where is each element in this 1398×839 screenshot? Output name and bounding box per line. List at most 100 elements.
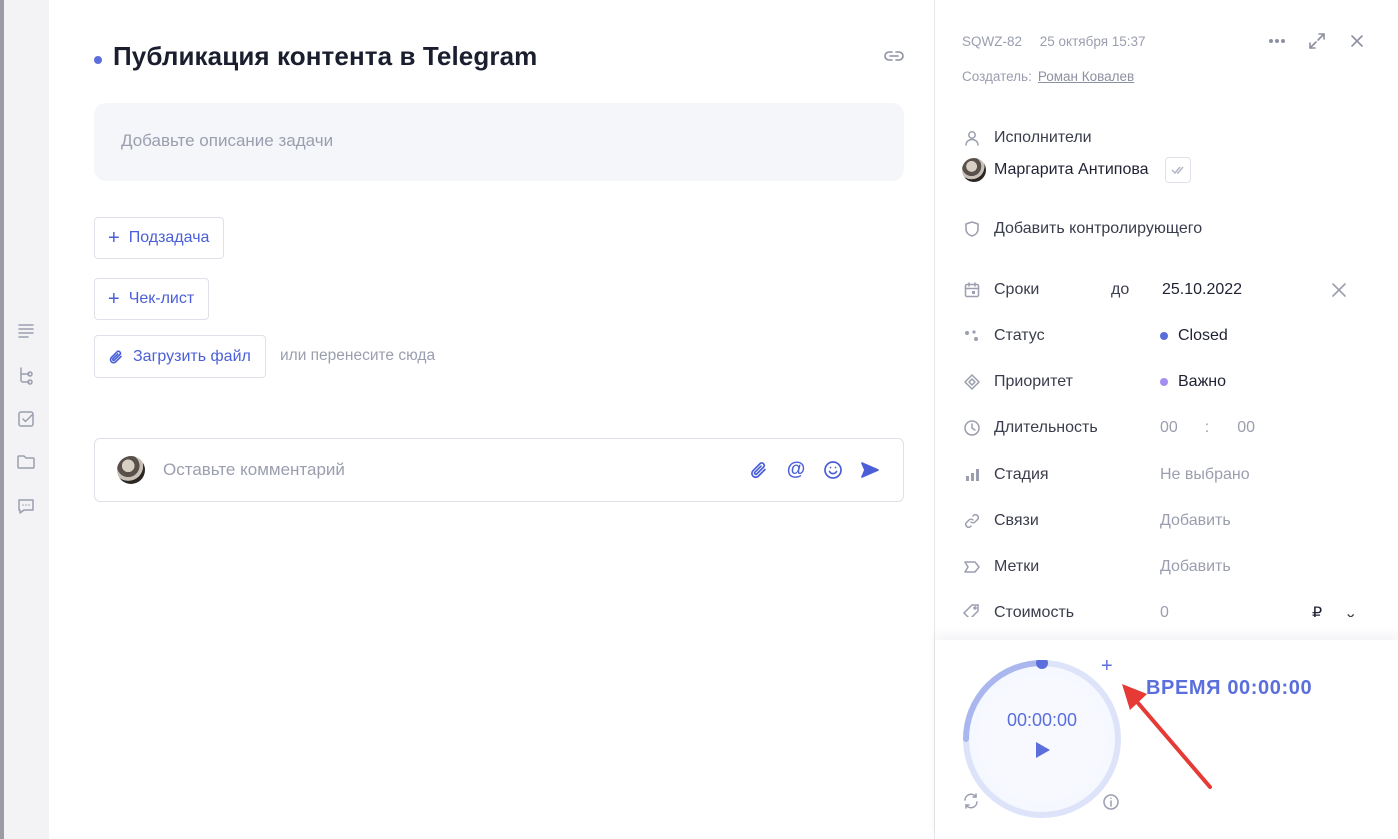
expand-icon[interactable]: [1306, 30, 1328, 52]
sync-icon[interactable]: [962, 792, 982, 812]
attach-icon[interactable]: [748, 459, 770, 481]
priority-text: Важно: [1178, 373, 1227, 390]
add-checklist-button[interactable]: + Чек-лист: [94, 278, 210, 320]
status-field: Статус: [962, 326, 1045, 346]
clear-deadline-icon[interactable]: [1330, 281, 1348, 299]
price-tag-icon: [962, 603, 982, 617]
task-details-panel: SQWZ-82 25 октября 15:37 Создатель: Роман…: [934, 0, 1398, 839]
tag-icon: [962, 557, 982, 577]
send-icon[interactable]: [859, 459, 881, 481]
cost-currency[interactable]: ₽: [1312, 603, 1322, 617]
status-text: Closed: [1178, 327, 1228, 344]
duration-separator: :: [1204, 419, 1210, 436]
task-id: SQWZ-82: [962, 34, 1023, 49]
link-icon[interactable]: [881, 46, 907, 66]
comment-input[interactable]: Оставьте комментарий: [163, 460, 733, 480]
chain-link-icon: [962, 511, 982, 531]
assignees-header: Исполнители: [962, 128, 1092, 148]
duration-field: Длительность: [962, 418, 1098, 438]
deadline-value[interactable]: 25.10.2022: [1162, 281, 1242, 299]
add-checklist-label: Чек-лист: [128, 290, 195, 307]
creator-link[interactable]: Роман Ковалев: [1038, 69, 1134, 84]
priority-label: Приоритет: [994, 373, 1073, 390]
paperclip-icon: [108, 349, 133, 365]
task-meta: SQWZ-82 25 октября 15:37: [962, 34, 1146, 49]
add-time-button[interactable]: +: [1101, 656, 1113, 676]
priority-icon: [962, 372, 982, 392]
clock-icon: [962, 418, 982, 438]
avatar: [962, 158, 986, 182]
shield-icon: [962, 219, 982, 239]
panel-actions: [1266, 30, 1368, 52]
cost-value[interactable]: 0: [1160, 604, 1169, 617]
tags-value[interactable]: Добавить: [1160, 558, 1231, 576]
play-icon[interactable]: [1032, 740, 1052, 760]
emoji-icon[interactable]: [822, 459, 844, 481]
timer-progress-arc: [963, 660, 1048, 742]
links-field: Связи: [962, 511, 1039, 531]
assignee[interactable]: Маргарита Антипова: [962, 157, 1191, 183]
stage-label: Стадия: [994, 466, 1049, 483]
links-label: Связи: [994, 512, 1039, 529]
status-dot: [1160, 332, 1168, 340]
deadline-field: Сроки: [962, 280, 1039, 300]
subtasks-icon[interactable]: [15, 364, 37, 386]
add-controller-label: Добавить контролирующего: [994, 220, 1203, 237]
task-status-dot: [94, 56, 102, 64]
upload-file-label: Загрузить файл: [133, 347, 251, 365]
bar-chart-icon: [962, 465, 982, 485]
annotation-arrow-icon: [1122, 684, 1212, 789]
calendar-icon: [962, 280, 982, 300]
priority-dot: [1160, 378, 1168, 386]
drop-hint: или перенесите сюда: [280, 347, 436, 364]
status-value[interactable]: Closed: [1160, 327, 1228, 345]
more-icon[interactable]: [1266, 30, 1288, 52]
add-controller[interactable]: Добавить контролирующего: [962, 219, 1202, 239]
side-rail: [4, 0, 49, 839]
assignees-label: Исполнители: [994, 129, 1092, 146]
duration-hours-input[interactable]: 00: [1160, 419, 1178, 437]
info-icon[interactable]: [1102, 793, 1122, 813]
add-subtask-button[interactable]: + Подзадача: [94, 217, 225, 259]
comments-icon[interactable]: [15, 495, 37, 517]
description-field[interactable]: Добавьте описание задачи: [94, 103, 904, 181]
links-value[interactable]: Добавить: [1160, 512, 1231, 530]
timer-panel: 00:00:00 + ВРЕМЯ 00:00:00: [935, 640, 1398, 839]
deadline-label: Сроки: [994, 281, 1040, 298]
chevron-down-icon[interactable]: ⌄: [1344, 603, 1357, 617]
task-title[interactable]: Публикация контента в Telegram: [113, 41, 537, 72]
duration-minutes-input[interactable]: 00: [1237, 419, 1255, 437]
priority-value[interactable]: Важно: [1160, 373, 1226, 391]
cost-label: Стоимость: [994, 604, 1075, 617]
status-label: Статус: [994, 327, 1045, 344]
stage-value[interactable]: Не выбрано: [1160, 466, 1250, 484]
add-subtask-label: Подзадача: [128, 229, 210, 246]
upload-file-button[interactable]: Загрузить файл: [94, 335, 266, 378]
duration-value: 00 : 00: [1160, 419, 1255, 437]
status-dots-icon: [962, 326, 982, 346]
creator: Создатель: Роман Ковалев: [962, 69, 1134, 84]
plus-icon: +: [108, 288, 120, 310]
tags-field: Метки: [962, 557, 1039, 577]
creator-label: Создатель:: [962, 69, 1032, 84]
cost-field: Стоимость 0 ₽ ⌄: [935, 595, 1398, 617]
folder-icon[interactable]: [15, 451, 37, 473]
timer-time: 00:00:00: [1006, 710, 1078, 730]
plus-icon: +: [108, 227, 120, 249]
stage-field: Стадия: [962, 465, 1049, 485]
mention-icon[interactable]: @: [785, 459, 807, 481]
avatar: [117, 456, 145, 484]
task-title-row: Публикация контента в Telegram: [94, 38, 909, 74]
user-icon: [962, 128, 982, 148]
priority-field: Приоритет: [962, 372, 1073, 392]
assignee-name: Маргарита Антипова: [994, 161, 1149, 178]
checklist-icon[interactable]: [15, 408, 37, 430]
task-main-panel: Публикация контента в Telegram Добавьте …: [49, 0, 934, 839]
description-icon[interactable]: [15, 320, 37, 342]
task-created-at: 25 октября 15:37: [1039, 34, 1146, 49]
duration-label: Длительность: [994, 419, 1098, 436]
close-icon[interactable]: [1346, 30, 1368, 52]
comment-box: Оставьте комментарий @: [94, 438, 904, 502]
double-check-icon[interactable]: [1164, 157, 1191, 183]
tags-label: Метки: [994, 558, 1040, 575]
